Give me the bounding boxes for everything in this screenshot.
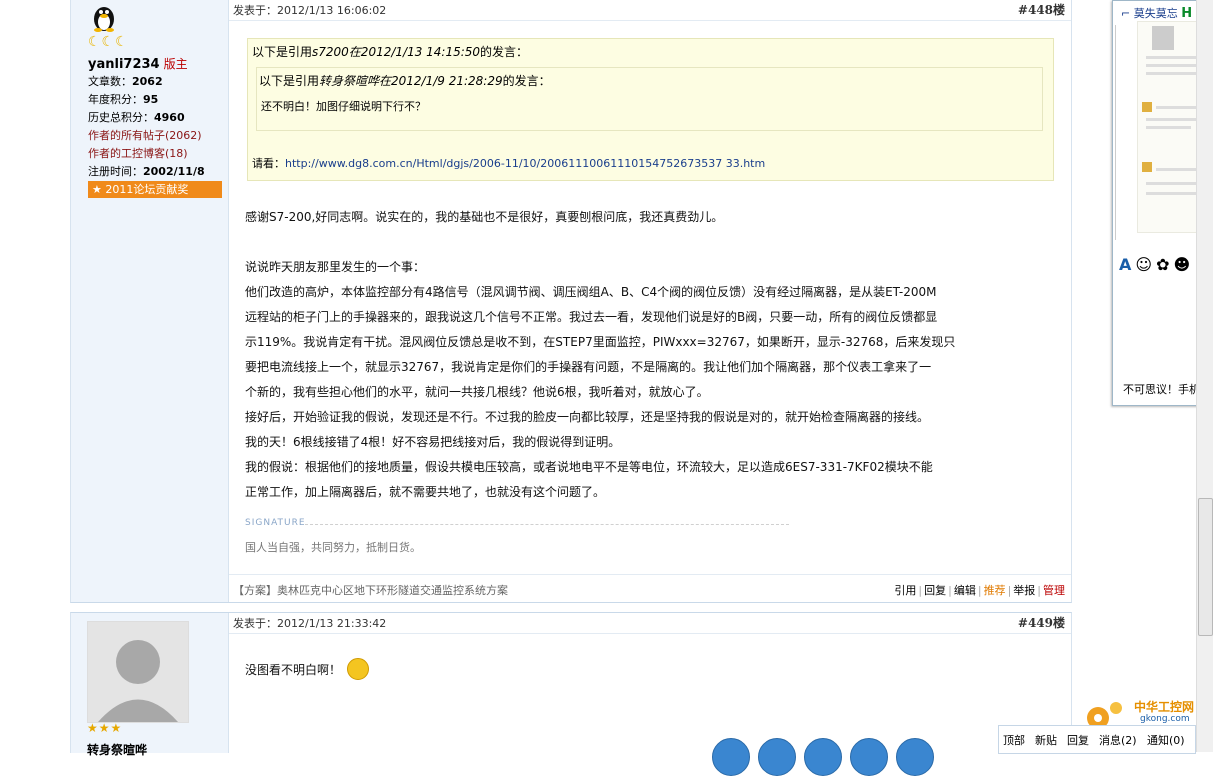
qq-penguin-icon[interactable] — [89, 2, 119, 32]
rank-stars-icon: ★★★ — [87, 721, 123, 735]
post-paragraph: 示119%。我说肯定有干扰。混风阀位反馈总是收不到，在STEP7里面监控，PIW… — [245, 335, 956, 349]
post-header: 发表于：2012/1/13 21:33:42 #449楼 — [229, 613, 1071, 634]
post-time: 发表于：2012/1/13 16:06:02 — [233, 4, 387, 17]
quote-header: 以下是引用s7200在2012/1/13 14:15:50的发言： — [252, 45, 529, 59]
nested-quote-text: 还不明白！加图仔细说明下行不？ — [261, 100, 426, 113]
post-paragraph: 要把电流线接上一个，就显示32767，我说肯定是你们的手操器有问题，不是隔离的。… — [245, 360, 932, 374]
contribution-badge: ★ 2011论坛贡献奖 — [88, 181, 222, 198]
scrollbar-thumb[interactable] — [1198, 498, 1213, 636]
post-paragraph: 接好后，开始验证我的假说，发现还是不行。不过我的脸皮一向都比较厚，还是坚持我的假… — [245, 410, 930, 424]
nested-quote-header: 以下是引用转身祭暄哗在2012/1/9 21:28:29的发言： — [259, 74, 551, 88]
author-name[interactable]: yanli7234 版主 — [88, 55, 188, 72]
author-sidebar: ★★★ 转身祭暄哗 — [71, 613, 229, 757]
share-button-icon[interactable] — [850, 738, 888, 776]
quote-link-line: 请看：http://www.dg8.com.cn/Html/dgjs/2006-… — [252, 157, 766, 170]
share-button-icon[interactable] — [804, 738, 842, 776]
post-content: 发表于：2012/1/13 21:33:42 #449楼 没图看不明白啊！ — [229, 613, 1071, 753]
reply-button[interactable]: 回复 — [924, 584, 946, 597]
gift-icon[interactable]: ✿ — [1156, 255, 1169, 274]
post-footer: 【方案】奥林匹克中心区地下环形隧道交通监控系统方案 引用 | 回复 | 编辑 | 推荐 | 举报… — [229, 574, 1071, 603]
new-post-link[interactable]: 新贴 — [1035, 732, 1057, 748]
emoticon-icon[interactable]: ☻ — [1173, 255, 1190, 274]
promo-link[interactable]: 【方案】奥林匹克中心区地下环形隧道交通监控系统方案 — [233, 582, 508, 598]
post-paragraph: 正常工作，加上隔离器后，就不需要共地了，也就没有这个问题了。 — [245, 485, 606, 499]
post-header: 发表于：2012/1/13 16:06:02 #448楼 — [229, 0, 1071, 21]
messages-link[interactable]: 消息(2) — [1099, 732, 1137, 748]
logo-name: 中华工控网 — [1134, 700, 1195, 714]
smiley-emoticon-icon — [347, 657, 370, 680]
rank-moons-icon: ☾☾☾ — [88, 34, 129, 50]
author-posts-link[interactable]: 作者的所有帖子(2062) — [88, 127, 202, 143]
quote-block: 以下是引用s7200在2012/1/13 14:15:50的发言： 以下是引用转… — [247, 38, 1054, 181]
chat-title: ⌐ 莫失莫忘 H — [1121, 6, 1193, 21]
report-button[interactable]: 举报 — [1013, 584, 1035, 597]
author-sidebar: ☾☾☾ yanli7234 版主 文章数：2062 年度积分：95 历史总积分：4… — [71, 0, 229, 602]
share-button-icon[interactable] — [896, 738, 934, 776]
post-paragraph: 个新的，我有些担心他们的水平，就问一共接几根线？他说6根，我听着对，就放心了。 — [245, 385, 709, 399]
post-time: 发表于：2012/1/13 21:33:42 — [233, 617, 387, 630]
floor-number[interactable]: #449楼 — [1018, 614, 1065, 631]
notifications-link[interactable]: 通知(0) — [1147, 732, 1185, 748]
nested-quote: 以下是引用转身祭暄哗在2012/1/9 21:28:29的发言： 还不明白！加图… — [256, 67, 1043, 131]
edit-button[interactable]: 编辑 — [954, 584, 976, 597]
signature-label: SIGNATURE — [245, 518, 306, 528]
post-paragraph: 我的假说：根据他们的接地质量，假设共模电压较高，或者说地电平不是等电位，环流较大… — [245, 460, 933, 474]
register-date: 注册时间：2002/11/8 — [88, 165, 205, 178]
stat-posts: 文章数：2062 — [88, 75, 163, 88]
manage-button[interactable]: 管理 — [1043, 584, 1065, 597]
avatar[interactable] — [87, 621, 189, 723]
chat-toolbar: A ☺ ✿ ☻ — [1119, 255, 1194, 274]
recommend-button[interactable]: 推荐 — [984, 584, 1006, 597]
signature-text: 国人当自强，共同努力，抵制日货。 — [245, 541, 421, 554]
post-449: ★★★ 转身祭暄哗 发表于：2012/1/13 21:33:42 #449楼 没… — [70, 612, 1072, 757]
signature-divider — [305, 524, 789, 525]
stat-year-points: 年度积分：95 — [88, 93, 159, 106]
logo-domain: gkong.com — [1140, 714, 1190, 724]
quote-button[interactable]: 引用 — [894, 584, 916, 597]
post-paragraph: 我的天！6根线接错了4根！好不容易把线接对后，我的假说得到证明。 — [245, 435, 621, 449]
post-paragraph: 感谢S7-200,好同志啊。说实在的，我的基础也不是很好，真要刨根问底，我还真费… — [245, 210, 724, 224]
share-button-icon[interactable] — [758, 738, 796, 776]
post-paragraph: 远程站的柜子门上的手操器来的，跟我说这几个信号不正常。我过去一看，发现他们说是好… — [245, 310, 938, 324]
smiley-icon[interactable]: ☺ — [1135, 255, 1152, 274]
post-paragraph: 没图看不明白啊！ — [245, 657, 1065, 683]
post-paragraph: 他们改造的高炉，本体监控部分有4路信号（混风调节阀、调压阀组A、B、C4个阀的阀… — [245, 285, 937, 299]
stat-total-points: 历史总积分：4960 — [88, 111, 185, 124]
default-avatar-icon — [98, 640, 178, 722]
post-paragraph: 说说昨天朋友那里发生的一个事： — [245, 260, 426, 274]
font-icon[interactable]: A — [1119, 255, 1131, 274]
top-link[interactable]: 顶部 — [1003, 732, 1025, 748]
quote-link[interactable]: http://www.dg8.com.cn/Html/dgjs/2006-11/… — [285, 157, 765, 170]
reply-link[interactable]: 回复 — [1067, 732, 1089, 748]
author-role: 版主 — [163, 57, 188, 71]
chat-tree-line — [1115, 25, 1126, 240]
page-scrollbar[interactable] — [1196, 0, 1213, 752]
share-button-icon[interactable] — [712, 738, 750, 776]
post-content: 发表于：2012/1/13 16:06:02 #448楼 以下是引用s7200在… — [229, 0, 1071, 602]
floor-number[interactable]: #448楼 — [1018, 1, 1065, 18]
author-blog-link[interactable]: 作者的工控博客(18) — [88, 145, 188, 161]
post-actions: 引用 | 回复 | 编辑 | 推荐 | 举报 | 管理 — [894, 584, 1065, 597]
post-448: ☾☾☾ yanli7234 版主 文章数：2062 年度积分：95 历史总积分：4… — [70, 0, 1072, 603]
floating-nav-bar: 顶部 新贴 回复 消息(2) 通知(0) — [998, 725, 1196, 754]
author-name[interactable]: 转身祭暄哗 — [87, 741, 147, 758]
